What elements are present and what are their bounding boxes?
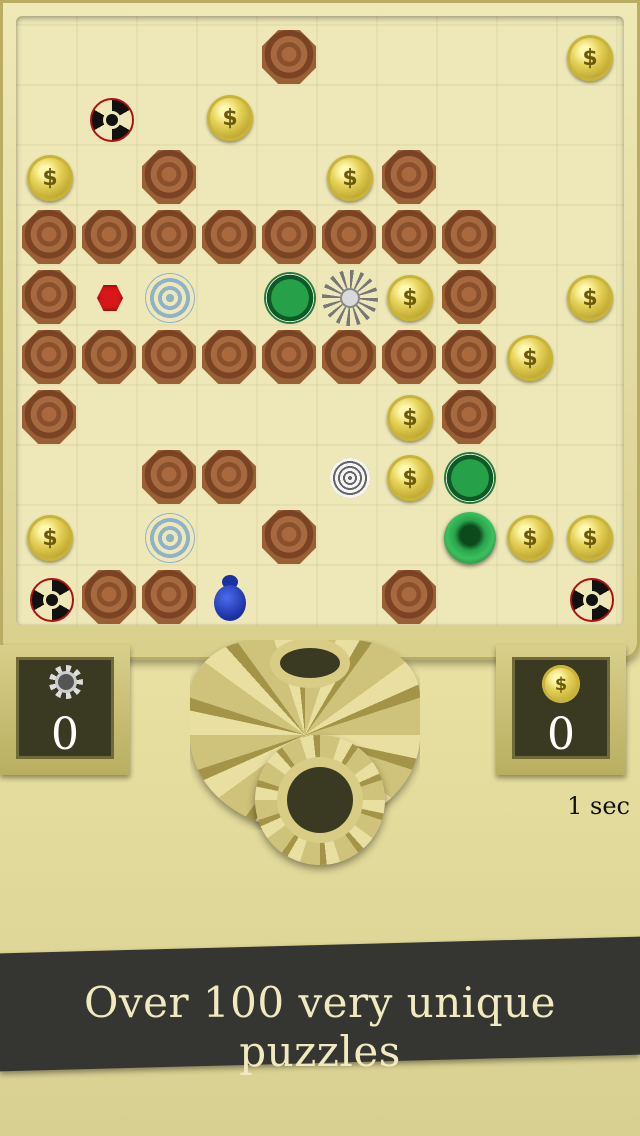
gears-count: 0 bbox=[51, 709, 79, 760]
coin-tile[interactable]: $ bbox=[22, 510, 78, 566]
rock-tile[interactable] bbox=[262, 30, 318, 86]
rock-tile[interactable] bbox=[382, 330, 438, 386]
red-gem-icon[interactable] bbox=[82, 270, 138, 326]
coin-tile[interactable]: $ bbox=[22, 150, 78, 206]
rock-tile[interactable] bbox=[22, 270, 78, 326]
coin-tile[interactable]: $ bbox=[502, 510, 558, 566]
green-cup-tile[interactable] bbox=[442, 510, 498, 566]
rock-tile[interactable] bbox=[142, 330, 198, 386]
coin-icon: $ bbox=[387, 275, 433, 321]
coin-icon: $ bbox=[387, 395, 433, 441]
promo-banner-text: Over 100 very unique puzzles bbox=[83, 978, 557, 1076]
gear-icon bbox=[49, 665, 83, 699]
rock-tile[interactable] bbox=[322, 330, 378, 386]
rock-tile[interactable] bbox=[202, 330, 258, 386]
gears-counter-panel: 0 bbox=[0, 645, 130, 775]
radiation-hazard-icon bbox=[82, 90, 138, 146]
rock-tile[interactable] bbox=[142, 570, 198, 626]
coin-icon: $ bbox=[27, 515, 73, 561]
coin-icon: $ bbox=[507, 515, 553, 561]
rock-tile[interactable] bbox=[142, 150, 198, 206]
rock-tile[interactable] bbox=[382, 150, 438, 206]
rock-tile[interactable] bbox=[22, 210, 78, 266]
rock-tile[interactable] bbox=[442, 390, 498, 446]
rock-tile[interactable] bbox=[442, 210, 498, 266]
coin-tile[interactable]: $ bbox=[382, 450, 438, 506]
radiation-hazard-icon bbox=[562, 570, 618, 626]
blue-target-tile[interactable] bbox=[142, 270, 198, 326]
green-button-tile[interactable] bbox=[262, 270, 318, 326]
rock-tile[interactable] bbox=[82, 210, 138, 266]
rock-tile[interactable] bbox=[22, 390, 78, 446]
coins-counter-panel: $ 0 bbox=[496, 645, 626, 775]
coin-icon: $ bbox=[327, 155, 373, 201]
rock-tile[interactable] bbox=[262, 210, 318, 266]
rock-tile[interactable] bbox=[382, 210, 438, 266]
beetle-player-icon[interactable] bbox=[202, 570, 258, 626]
coin-tile[interactable]: $ bbox=[202, 90, 258, 146]
coin-tile[interactable]: $ bbox=[322, 150, 378, 206]
timer-label: 1 sec bbox=[567, 792, 630, 820]
coin-tile[interactable]: $ bbox=[382, 390, 438, 446]
rock-tile[interactable] bbox=[442, 270, 498, 326]
rock-tile[interactable] bbox=[82, 570, 138, 626]
rock-tile[interactable] bbox=[142, 210, 198, 266]
rock-tile[interactable] bbox=[262, 330, 318, 386]
rock-tile[interactable] bbox=[322, 210, 378, 266]
coins-count: 0 bbox=[547, 709, 575, 760]
coin-icon: $ bbox=[27, 155, 73, 201]
blue-target-tile[interactable] bbox=[142, 510, 198, 566]
rock-tile[interactable] bbox=[442, 330, 498, 386]
sun-spinner-icon[interactable] bbox=[322, 270, 378, 326]
coin-tile[interactable]: $ bbox=[502, 330, 558, 386]
green-button-tile[interactable] bbox=[442, 450, 498, 506]
rock-tile[interactable] bbox=[202, 450, 258, 506]
coin-tile[interactable]: $ bbox=[562, 30, 618, 86]
coin-tile[interactable]: $ bbox=[562, 510, 618, 566]
radiation-hazard-icon bbox=[22, 570, 78, 626]
rock-tile[interactable] bbox=[22, 330, 78, 386]
game-board-frame: $ $ $ $ $ $ $ $ $ $ $ $ bbox=[0, 0, 640, 660]
coin-icon: $ bbox=[387, 455, 433, 501]
coin-icon: $ bbox=[207, 95, 253, 141]
rock-tile[interactable] bbox=[382, 570, 438, 626]
coin-icon: $ bbox=[567, 35, 613, 81]
decorative-gear-icon bbox=[255, 735, 385, 865]
coin-icon: $ bbox=[542, 665, 580, 703]
spiral-portal-icon[interactable] bbox=[322, 450, 378, 506]
rock-tile[interactable] bbox=[202, 210, 258, 266]
coin-icon: $ bbox=[567, 515, 613, 561]
rock-tile[interactable] bbox=[142, 450, 198, 506]
coin-tile[interactable]: $ bbox=[562, 270, 618, 326]
coin-icon: $ bbox=[507, 335, 553, 381]
rock-tile[interactable] bbox=[82, 330, 138, 386]
coin-icon: $ bbox=[567, 275, 613, 321]
rock-tile[interactable] bbox=[262, 510, 318, 566]
game-board[interactable]: $ $ $ $ $ $ $ $ $ $ $ $ bbox=[16, 16, 624, 626]
coin-tile[interactable]: $ bbox=[382, 270, 438, 326]
